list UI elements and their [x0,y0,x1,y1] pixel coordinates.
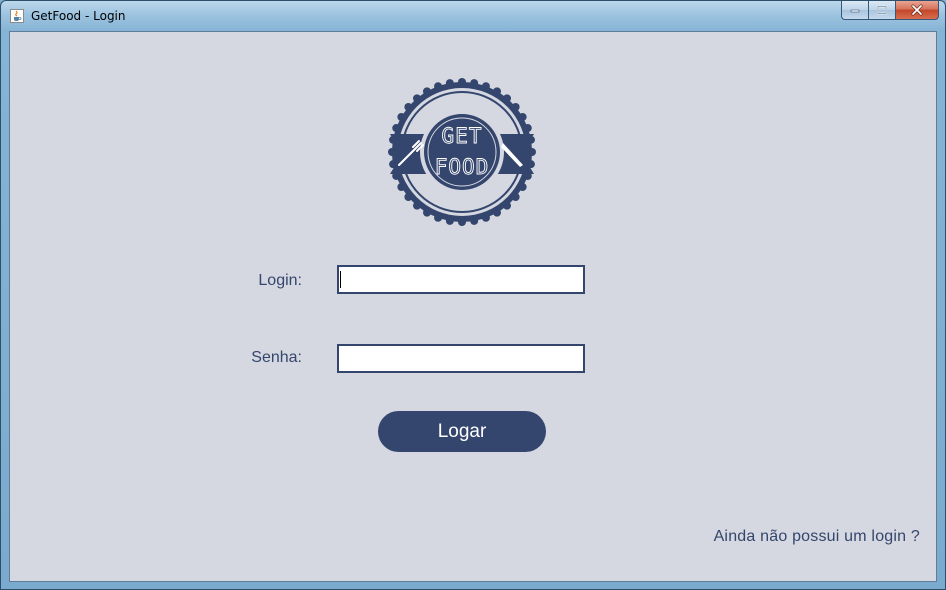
senha-input[interactable] [337,344,585,373]
close-button[interactable] [895,1,939,20]
maximize-button[interactable] [868,1,895,20]
minimize-button[interactable] [841,1,868,20]
text-caret [340,271,341,288]
window-controls [841,1,939,21]
login-panel: GET FOOD Login: Senha: Logar Ainda não p… [9,31,937,582]
title-bar[interactable]: GetFood - Login [1,1,945,31]
logo-top-text: GET [442,124,483,148]
close-icon [911,4,923,16]
logar-button[interactable]: Logar [378,411,546,452]
java-cup-icon[interactable] [10,9,24,23]
window-title: GetFood - Login [31,9,126,23]
login-input[interactable] [337,265,585,294]
app-window: GetFood - Login GET FOOD Login: Senha: L… [0,0,946,590]
maximize-icon [877,5,887,15]
login-label: Login: [258,272,302,289]
senha-label: Senha: [251,349,302,366]
logo-bottom-text: FOOD [435,155,490,179]
getfood-logo: GET FOOD [388,78,536,226]
register-link[interactable]: Ainda não possui um login ? [714,528,920,546]
minimize-icon [850,9,860,13]
